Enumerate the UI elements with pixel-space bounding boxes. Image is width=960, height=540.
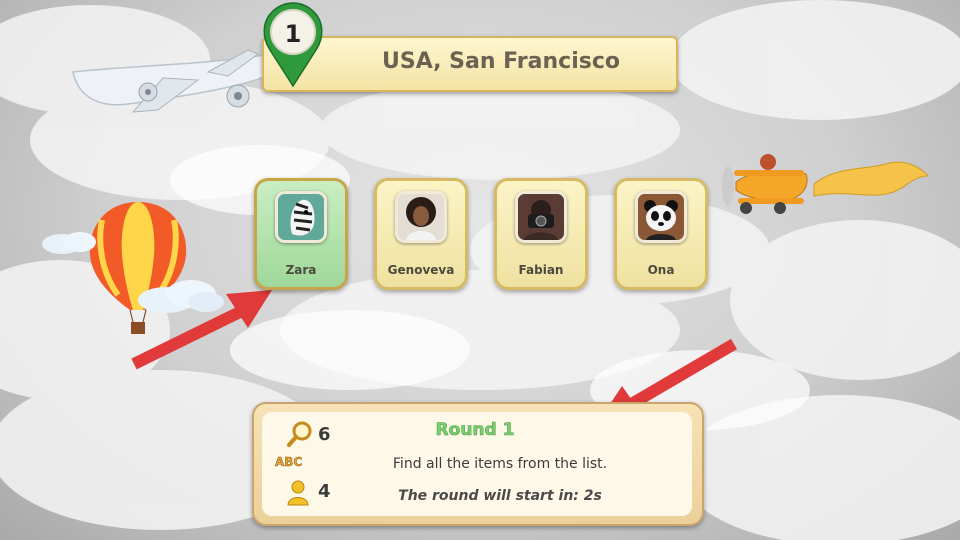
small-cloud-icon [42,232,96,254]
players-count: 4 [318,481,331,502]
character-card-genoveva[interactable]: Genoveva [374,178,468,290]
biplane-banner-icon [722,154,930,214]
zebra-portrait-icon [275,191,327,243]
character-name: Ona [647,263,675,277]
woman-portrait-icon [395,191,447,243]
panda-portrait-icon [635,191,687,243]
abc-icon: ABC [275,455,303,470]
character-name: Genoveva [387,263,455,277]
level-number: 1 [284,20,302,48]
round-countdown: The round will start in: 2s [398,488,602,504]
character-card-fabian[interactable]: Fabian [494,178,588,290]
round-instruction: Find all the items from the list. [392,456,608,472]
red-arrow-icon [131,290,272,370]
game-scene: USA, San Francisco 1 Zara Genoveva Fabia… [0,0,960,540]
round-title: Round 1 [435,420,515,441]
location-title: USA, San Francisco [382,49,620,74]
character-card-ona[interactable]: Ona [614,178,708,290]
character-name: Zara [285,263,317,277]
hint-count: 6 [318,424,331,445]
magnifier-icon [287,421,312,447]
character-name: Fabian [518,263,564,277]
player-icon [287,480,309,506]
photographer-portrait-icon [515,191,567,243]
character-card-zara[interactable]: Zara [254,178,348,290]
